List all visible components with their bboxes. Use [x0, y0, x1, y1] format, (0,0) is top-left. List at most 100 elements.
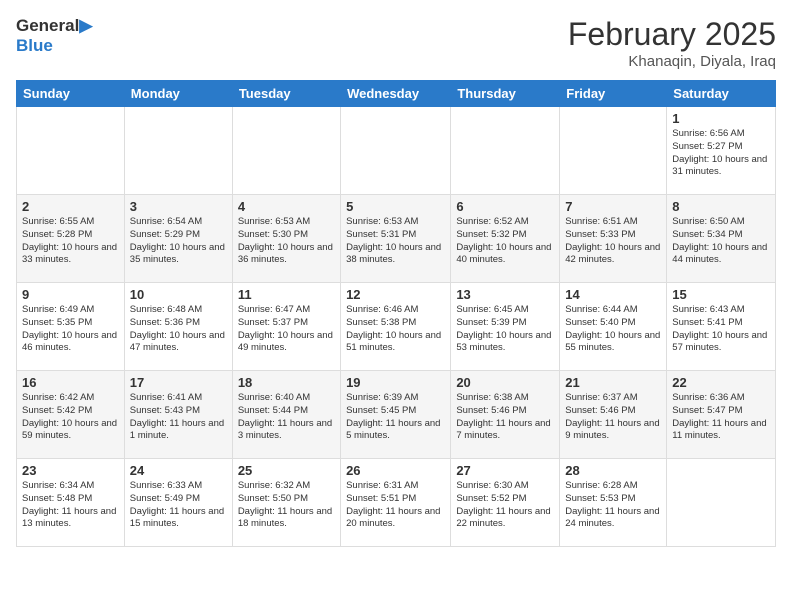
day-info: Sunrise: 6:43 AM Sunset: 5:41 PM Dayligh… [672, 304, 770, 355]
day-info: Sunrise: 6:50 AM Sunset: 5:34 PM Dayligh… [672, 216, 770, 267]
day-number: 2 [22, 199, 119, 214]
day-number: 14 [565, 287, 661, 302]
day-info: Sunrise: 6:30 AM Sunset: 5:52 PM Dayligh… [456, 480, 554, 531]
logo: General▶ Blue [16, 16, 92, 55]
header: General▶ Blue February 2025 Khanaqin, Di… [16, 16, 776, 70]
calendar-cell [451, 107, 560, 195]
calendar-cell: 25 Sunrise: 6:32 AM Sunset: 5:50 PM Dayli… [232, 459, 340, 547]
day-info: Sunrise: 6:42 AM Sunset: 5:42 PM Dayligh… [22, 392, 119, 443]
calendar-cell: 14Sunrise: 6:44 AM Sunset: 5:40 PM Dayli… [560, 283, 667, 371]
calendar-week-row: 1 Sunrise: 6:56 AM Sunset: 5:27 PM Daylig… [17, 107, 776, 195]
calendar-week-row: 16 Sunrise: 6:42 AM Sunset: 5:42 PM Dayli… [17, 371, 776, 459]
calendar-cell: 19 Sunrise: 6:39 AM Sunset: 5:45 PM Dayli… [341, 371, 451, 459]
day-number: 4 [238, 199, 335, 214]
calendar-cell: 6 Sunrise: 6:52 AM Sunset: 5:32 PM Daylig… [451, 195, 560, 283]
day-number: 7 [565, 199, 661, 214]
day-number: 16 [22, 375, 119, 390]
day-number: 9 [22, 287, 119, 302]
col-friday: Friday [560, 81, 667, 107]
day-number: 8 [672, 199, 770, 214]
day-info: Sunrise: 6:39 AM Sunset: 5:45 PM Dayligh… [346, 392, 445, 443]
calendar-cell [560, 107, 667, 195]
title-block: February 2025 Khanaqin, Diyala, Iraq [568, 16, 776, 70]
day-info: Sunrise: 6:55 AM Sunset: 5:28 PM Dayligh… [22, 216, 119, 267]
day-info: Sunrise: 6:40 AM Sunset: 5:44 PM Dayligh… [238, 392, 335, 443]
calendar-cell [17, 107, 125, 195]
calendar-cell: 16 Sunrise: 6:42 AM Sunset: 5:42 PM Dayli… [17, 371, 125, 459]
day-info: Sunrise: 6:41 AM Sunset: 5:43 PM Dayligh… [130, 392, 227, 443]
col-tuesday: Tuesday [232, 81, 340, 107]
day-info: Sunrise: 6:52 AM Sunset: 5:32 PM Dayligh… [456, 216, 554, 267]
calendar-cell: 3 Sunrise: 6:54 AM Sunset: 5:29 PM Daylig… [124, 195, 232, 283]
col-saturday: Saturday [667, 81, 776, 107]
day-number: 23 [22, 463, 119, 478]
day-info: Sunrise: 6:28 AM Sunset: 5:53 PM Dayligh… [565, 480, 661, 531]
day-info: Sunrise: 6:47 AM Sunset: 5:37 PM Dayligh… [238, 304, 335, 355]
day-info: Sunrise: 6:48 AM Sunset: 5:36 PM Dayligh… [130, 304, 227, 355]
calendar: Sunday Monday Tuesday Wednesday Thursday… [16, 80, 776, 547]
day-number: 6 [456, 199, 554, 214]
day-number: 1 [672, 111, 770, 126]
calendar-cell: 1 Sunrise: 6:56 AM Sunset: 5:27 PM Daylig… [667, 107, 776, 195]
calendar-week-row: 2 Sunrise: 6:55 AM Sunset: 5:28 PM Daylig… [17, 195, 776, 283]
day-number: 18 [238, 375, 335, 390]
calendar-cell: 10 Sunrise: 6:48 AM Sunset: 5:36 PM Dayli… [124, 283, 232, 371]
day-number: 21 [565, 375, 661, 390]
calendar-week-row: 23 Sunrise: 6:34 AM Sunset: 5:48 PM Dayli… [17, 459, 776, 547]
day-number: 12 [346, 287, 445, 302]
calendar-cell: 5 Sunrise: 6:53 AM Sunset: 5:31 PM Daylig… [341, 195, 451, 283]
day-info: Sunrise: 6:34 AM Sunset: 5:48 PM Dayligh… [22, 480, 119, 531]
day-info: Sunrise: 6:36 AM Sunset: 5:47 PM Dayligh… [672, 392, 770, 443]
calendar-cell: 18 Sunrise: 6:40 AM Sunset: 5:44 PM Dayli… [232, 371, 340, 459]
day-info: Sunrise: 6:31 AM Sunset: 5:51 PM Dayligh… [346, 480, 445, 531]
calendar-cell: 4 Sunrise: 6:53 AM Sunset: 5:30 PM Daylig… [232, 195, 340, 283]
day-number: 5 [346, 199, 445, 214]
day-info: Sunrise: 6:32 AM Sunset: 5:50 PM Dayligh… [238, 480, 335, 531]
location-title: Khanaqin, Diyala, Iraq [568, 53, 776, 70]
calendar-cell: 13 Sunrise: 6:45 AM Sunset: 5:39 PM Dayli… [451, 283, 560, 371]
calendar-header-row: Sunday Monday Tuesday Wednesday Thursday… [17, 81, 776, 107]
day-number: 27 [456, 463, 554, 478]
day-info: Sunrise: 6:37 AM Sunset: 5:46 PM Dayligh… [565, 392, 661, 443]
calendar-cell: 27 Sunrise: 6:30 AM Sunset: 5:52 PM Dayli… [451, 459, 560, 547]
day-info: Sunrise: 6:54 AM Sunset: 5:29 PM Dayligh… [130, 216, 227, 267]
calendar-cell [667, 459, 776, 547]
month-title: February 2025 [568, 16, 776, 53]
day-info: Sunrise: 6:46 AM Sunset: 5:38 PM Dayligh… [346, 304, 445, 355]
logo-blue-text: Blue [16, 36, 53, 55]
day-info: Sunrise: 6:53 AM Sunset: 5:31 PM Dayligh… [346, 216, 445, 267]
day-number: 13 [456, 287, 554, 302]
calendar-cell: 7Sunrise: 6:51 AM Sunset: 5:33 PM Daylig… [560, 195, 667, 283]
calendar-cell: 26Sunrise: 6:31 AM Sunset: 5:51 PM Dayli… [341, 459, 451, 547]
calendar-cell: 15 Sunrise: 6:43 AM Sunset: 5:41 PM Dayli… [667, 283, 776, 371]
day-number: 25 [238, 463, 335, 478]
day-number: 22 [672, 375, 770, 390]
day-info: Sunrise: 6:56 AM Sunset: 5:27 PM Dayligh… [672, 128, 770, 179]
day-info: Sunrise: 6:53 AM Sunset: 5:30 PM Dayligh… [238, 216, 335, 267]
col-wednesday: Wednesday [341, 81, 451, 107]
calendar-cell: 12 Sunrise: 6:46 AM Sunset: 5:38 PM Dayli… [341, 283, 451, 371]
calendar-cell: 20 Sunrise: 6:38 AM Sunset: 5:46 PM Dayli… [451, 371, 560, 459]
calendar-cell: 24Sunrise: 6:33 AM Sunset: 5:49 PM Dayli… [124, 459, 232, 547]
day-number: 10 [130, 287, 227, 302]
day-number: 28 [565, 463, 661, 478]
day-info: Sunrise: 6:45 AM Sunset: 5:39 PM Dayligh… [456, 304, 554, 355]
day-info: Sunrise: 6:38 AM Sunset: 5:46 PM Dayligh… [456, 392, 554, 443]
day-number: 3 [130, 199, 227, 214]
calendar-cell [124, 107, 232, 195]
day-number: 17 [130, 375, 227, 390]
logo-text: General▶ Blue [16, 16, 92, 55]
day-info: Sunrise: 6:49 AM Sunset: 5:35 PM Dayligh… [22, 304, 119, 355]
day-number: 11 [238, 287, 335, 302]
calendar-cell: 2 Sunrise: 6:55 AM Sunset: 5:28 PM Daylig… [17, 195, 125, 283]
day-info: Sunrise: 6:33 AM Sunset: 5:49 PM Dayligh… [130, 480, 227, 531]
calendar-cell: 11 Sunrise: 6:47 AM Sunset: 5:37 PM Dayli… [232, 283, 340, 371]
day-number: 19 [346, 375, 445, 390]
calendar-cell: 21 Sunrise: 6:37 AM Sunset: 5:46 PM Dayli… [560, 371, 667, 459]
logo-blue: ▶ [79, 16, 92, 35]
calendar-cell [232, 107, 340, 195]
calendar-cell: 23 Sunrise: 6:34 AM Sunset: 5:48 PM Dayli… [17, 459, 125, 547]
day-number: 20 [456, 375, 554, 390]
calendar-cell: 9 Sunrise: 6:49 AM Sunset: 5:35 PM Daylig… [17, 283, 125, 371]
day-number: 15 [672, 287, 770, 302]
